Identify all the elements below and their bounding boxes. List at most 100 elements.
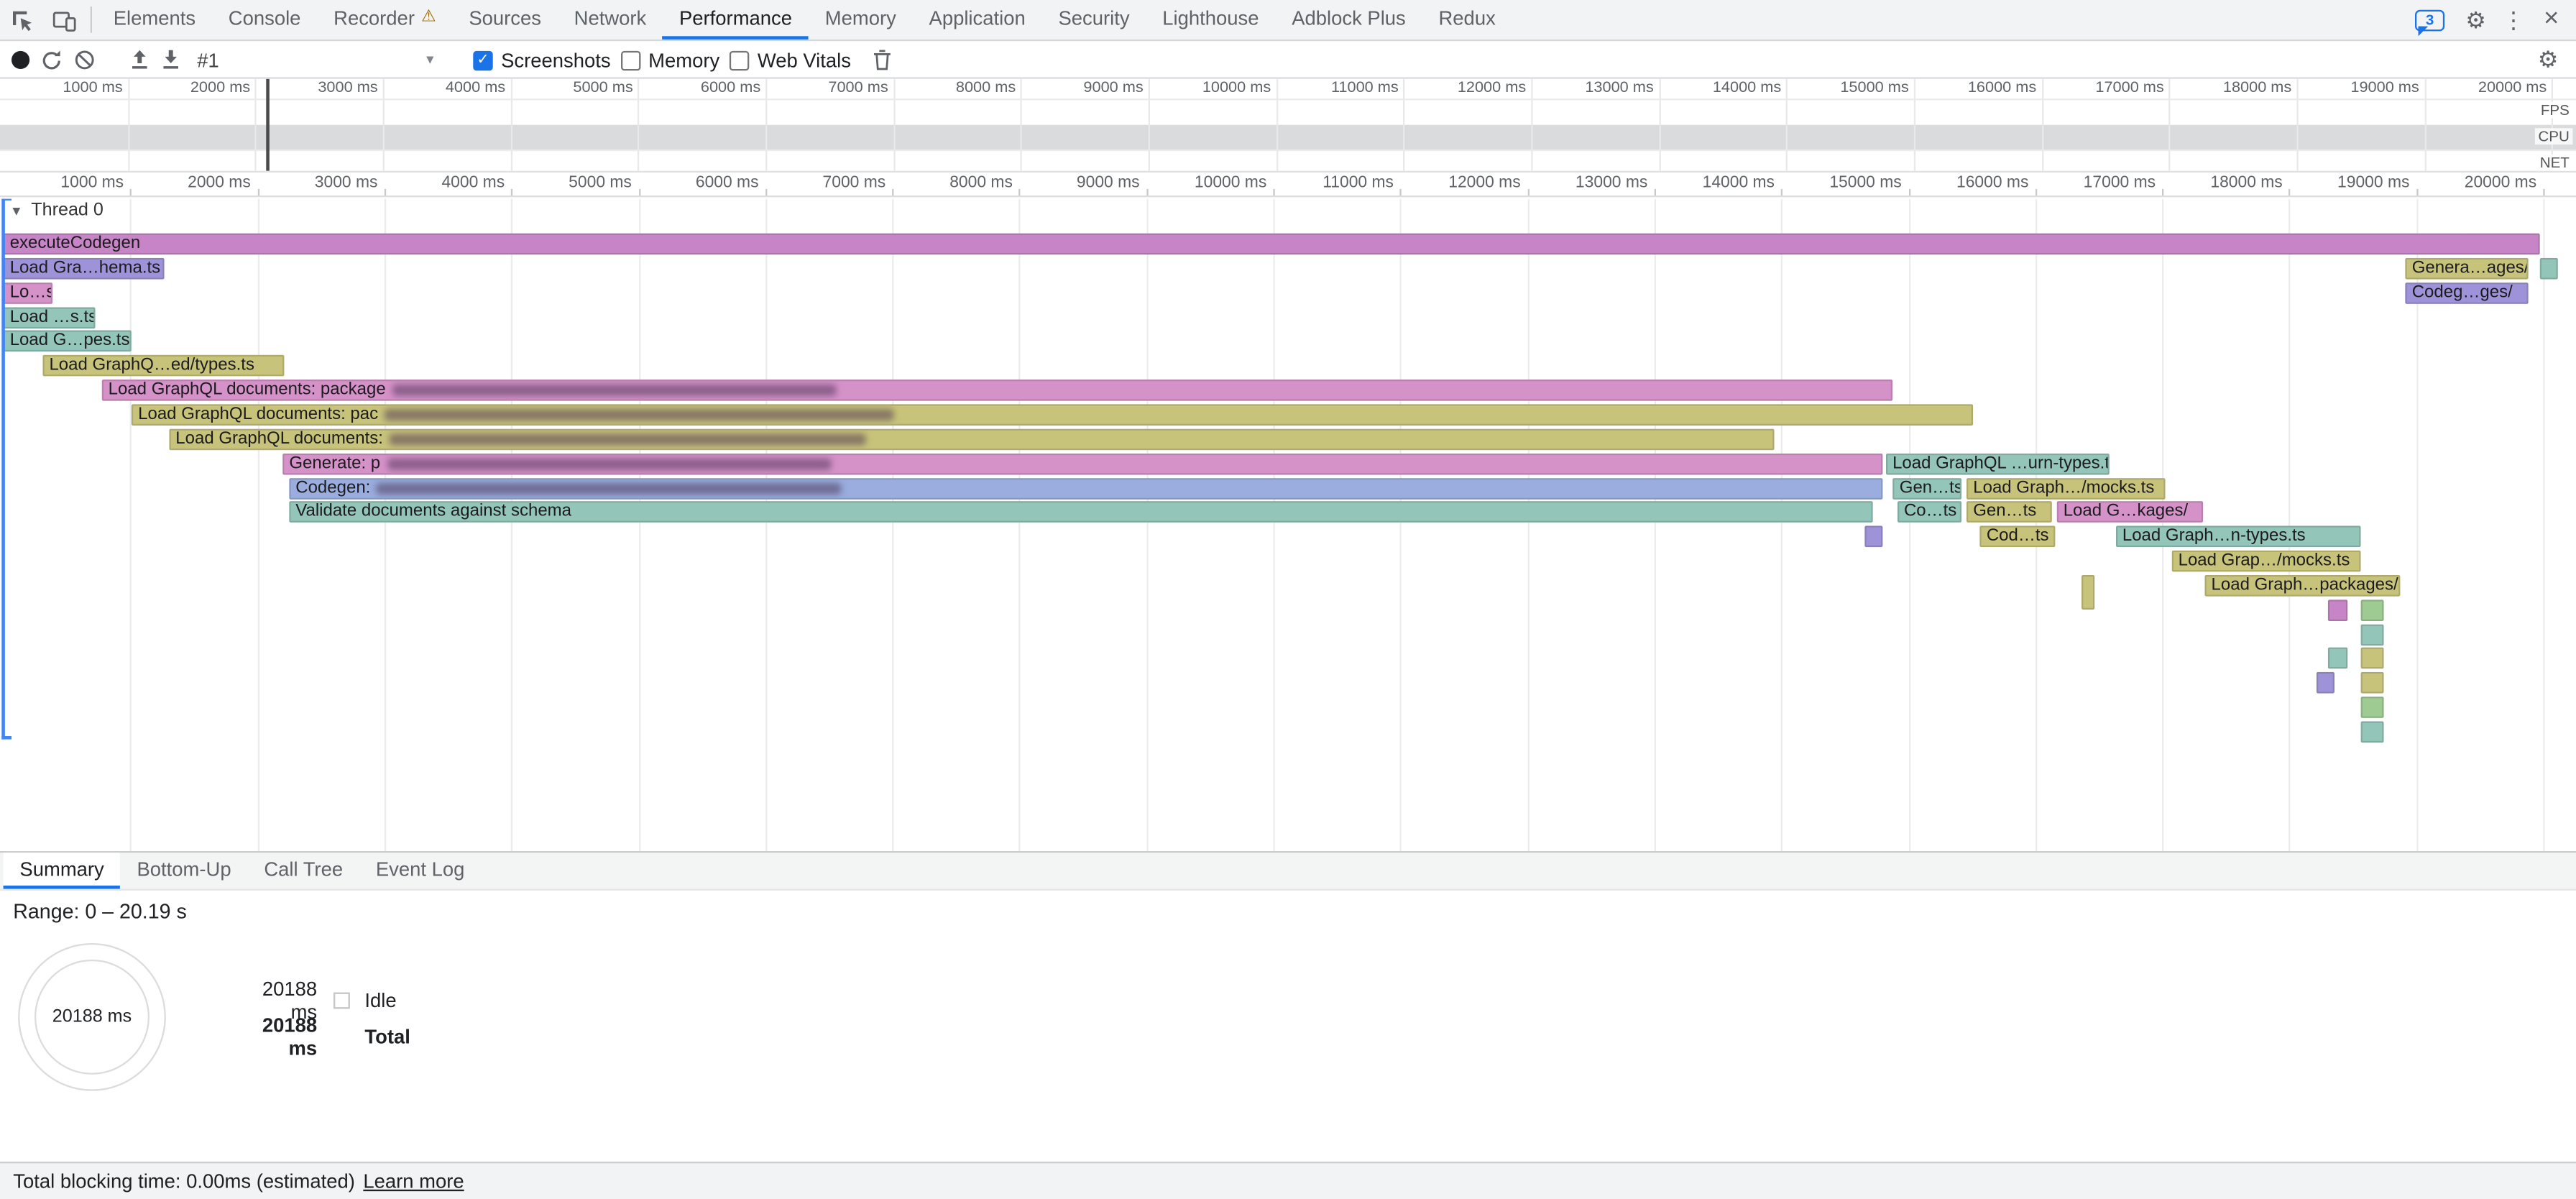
flame-event[interactable]: [1865, 526, 1883, 548]
tab-label: Network: [574, 6, 647, 29]
flame-gridline: [130, 199, 132, 851]
flame-event[interactable]: Generate: p: [282, 453, 1882, 474]
flame-event[interactable]: Load Graph…n-types.ts: [2116, 526, 2361, 548]
load-profile-button[interactable]: [130, 50, 150, 71]
tab-performance[interactable]: Performance: [663, 0, 809, 40]
flame-chart[interactable]: ▼ Thread 0 executeCodegenLoad Gra…hema.t…: [0, 199, 2576, 851]
console-messages-badge[interactable]: 3: [2415, 9, 2444, 31]
clear-button[interactable]: [74, 50, 96, 71]
ruler-tick-label: 12000 ms: [1448, 174, 1527, 192]
flame-gridline: [2036, 199, 2037, 851]
overview-tick-label: 12000 ms: [1458, 79, 1531, 98]
flame-event[interactable]: [2361, 721, 2384, 743]
flame-event[interactable]: [2541, 257, 2557, 279]
reload-and-record-button[interactable]: [41, 50, 63, 71]
flame-event[interactable]: [2361, 697, 2384, 718]
flame-event[interactable]: [2361, 600, 2384, 621]
tab-memory[interactable]: Memory: [809, 0, 913, 40]
flame-event[interactable]: [2317, 673, 2335, 694]
overview-gridline: [1276, 79, 1277, 171]
flame-gridline: [2289, 199, 2291, 851]
flame-event[interactable]: Load Gra…hema.ts: [4, 257, 165, 279]
details-tab-call-tree[interactable]: Call Tree: [247, 853, 359, 888]
overview-tick-label: 9000 ms: [1083, 79, 1148, 98]
flame-event[interactable]: Codegen:: [289, 477, 1882, 499]
save-profile-button[interactable]: [161, 50, 180, 71]
flame-gridline: [638, 199, 640, 851]
flame-event[interactable]: Validate documents against schema: [289, 502, 1872, 523]
tab-elements[interactable]: Elements: [97, 0, 212, 40]
overview-tick-label: 18000 ms: [2223, 79, 2296, 98]
overview-tick-label: 14000 ms: [1713, 79, 1786, 98]
capture-settings-button[interactable]: ⚙: [2531, 46, 2564, 74]
record-button[interactable]: [12, 51, 29, 69]
ruler-tick-label: 11000 ms: [1322, 174, 1400, 192]
delete-recording-button[interactable]: [873, 50, 892, 71]
overview-tick-label: 11000 ms: [1331, 79, 1404, 98]
overview-gridline: [2424, 79, 2426, 171]
flame-event[interactable]: [2361, 648, 2384, 670]
tab-adblock-plus[interactable]: Adblock Plus: [1275, 0, 1422, 40]
flame-event[interactable]: Load …s.ts: [4, 306, 96, 328]
flame-event[interactable]: [2361, 624, 2384, 646]
ruler-tick-label: 3000 ms: [315, 174, 385, 192]
overview-gridline: [255, 79, 257, 171]
flame-event[interactable]: Gen…ts: [1966, 502, 2051, 523]
learn-more-link[interactable]: Learn more: [363, 1170, 464, 1193]
flame-event[interactable]: [2328, 600, 2347, 621]
settings-gear-icon[interactable]: ⚙: [2460, 6, 2493, 34]
flame-event[interactable]: Load GraphQL …urn-types.ts: [1886, 453, 2110, 474]
tab-recorder[interactable]: Recorder⚠: [317, 0, 452, 40]
flame-event[interactable]: Load G…kages/: [2057, 502, 2204, 523]
flame-event[interactable]: Load GraphQL documents:: [169, 428, 1773, 450]
flame-event[interactable]: Co…ts: [1898, 502, 1961, 523]
flame-event[interactable]: Genera…ages/: [2406, 257, 2529, 279]
flame-event[interactable]: Gen…ts: [1893, 477, 1961, 499]
flame-event[interactable]: Load GraphQL documents: pac: [132, 404, 1973, 426]
track-selection-bracket: [1, 199, 12, 740]
history-select[interactable]: #1 ▾: [192, 48, 438, 71]
flame-event-label: Load Graph…/mocks.ts: [1973, 479, 2154, 497]
flame-event[interactable]: executeCodegen: [4, 234, 2539, 255]
flamechart-time-ruler[interactable]: 1000 ms2000 ms3000 ms4000 ms5000 ms6000 …: [0, 173, 2576, 197]
details-tab-summary[interactable]: Summary: [4, 853, 121, 888]
tab-sources[interactable]: Sources: [452, 0, 557, 40]
flame-event[interactable]: Codeg…ges/: [2406, 282, 2529, 303]
flame-event[interactable]: Load GraphQ…ed/types.ts: [42, 355, 284, 377]
timeline-overview[interactable]: 1000 ms2000 ms3000 ms4000 ms5000 ms6000 …: [0, 79, 2576, 173]
flame-gridline: [385, 199, 386, 851]
flame-event[interactable]: Load G…pes.ts: [4, 331, 132, 352]
flame-event[interactable]: [2081, 575, 2094, 610]
ruler-tick-mark: [1781, 189, 1782, 196]
device-toolbar-button[interactable]: [42, 0, 85, 40]
checkbox-screenshots[interactable]: ✓Screenshots: [473, 48, 610, 71]
flame-event-label: Generate: p: [289, 454, 380, 472]
flame-event[interactable]: Load Graph…/mocks.ts: [1966, 477, 2166, 499]
tab-console[interactable]: Console: [212, 0, 317, 40]
tab-label: Performance: [679, 6, 792, 29]
summary-pane: Range: 0 – 20.19 s 20188 ms 20188 msIdle…: [0, 892, 2576, 1162]
ruler-tick-mark: [765, 189, 767, 196]
tab-redux[interactable]: Redux: [1422, 0, 1512, 40]
tab-network[interactable]: Network: [558, 0, 663, 40]
flame-event[interactable]: Load Grap…/mocks.ts: [2171, 551, 2360, 572]
tab-lighthouse[interactable]: Lighthouse: [1146, 0, 1275, 40]
tab-security[interactable]: Security: [1042, 0, 1146, 40]
details-tab-bottom-up[interactable]: Bottom-Up: [121, 853, 248, 888]
checkbox-memory[interactable]: Memory: [620, 48, 719, 71]
thread-name: Thread 0: [31, 201, 104, 220]
devtools-window: ElementsConsoleRecorder⚠Sources Network Pe…: [0, 0, 2576, 1199]
flame-event[interactable]: [2328, 648, 2347, 670]
kebab-menu-icon[interactable]: ⋮: [2497, 6, 2530, 34]
inspect-element-button[interactable]: [0, 0, 42, 40]
thread-toggle[interactable]: ▼ Thread 0: [10, 201, 104, 220]
details-tab-event-log[interactable]: Event Log: [359, 853, 481, 888]
flame-event[interactable]: [2361, 673, 2384, 694]
flame-event[interactable]: Cod…ts: [1980, 526, 2056, 548]
flame-event[interactable]: Load GraphQL documents: package: [101, 380, 1892, 401]
lane-label-net: NET: [2536, 155, 2572, 171]
flame-event[interactable]: Load Graph…packages/: [2204, 575, 2400, 597]
checkbox-web-vitals[interactable]: Web Vitals: [730, 48, 851, 71]
close-icon[interactable]: ×: [2535, 5, 2568, 35]
tab-application[interactable]: Application: [913, 0, 1042, 40]
